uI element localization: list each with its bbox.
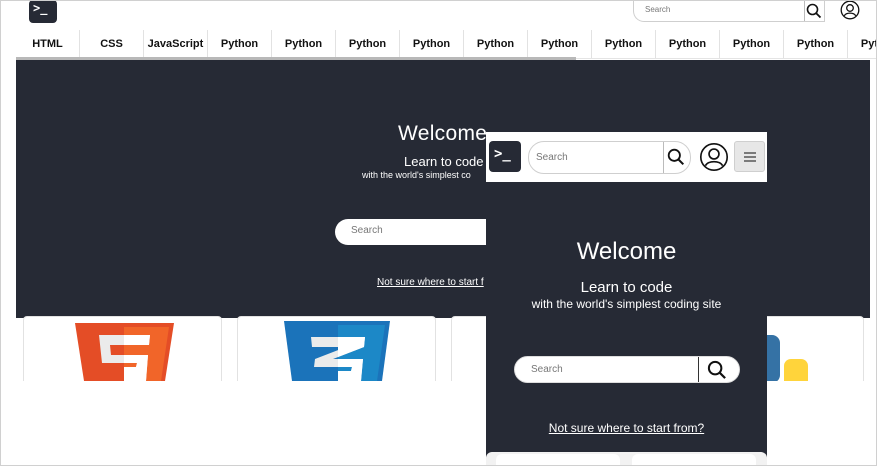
language-tabs: HTML CSS JavaScript Python Python Python… [16,30,877,59]
mobile-site-logo[interactable]: >_ [489,141,521,172]
tab-python[interactable]: Python [656,30,720,58]
mobile-header-search[interactable] [528,141,691,174]
search-icon [667,148,685,166]
header-search[interactable] [633,0,825,22]
tab-python[interactable]: Python [720,30,784,58]
menu-button[interactable] [734,141,765,172]
search-button[interactable] [804,1,824,21]
terminal-logo-icon: >_ [33,1,48,15]
tab-python[interactable]: Python [464,30,528,58]
mobile-header: >_ [486,132,767,182]
tab-python[interactable]: Python [272,30,336,58]
tab-python[interactable]: Python [528,30,592,58]
card-html[interactable] [23,316,222,381]
user-account-icon [699,142,729,172]
tab-html[interactable]: HTML [16,30,80,58]
hero-subtitle: Learn to code [404,154,484,169]
mobile-hero-search[interactable] [514,356,740,383]
mobile-hero-search-button[interactable] [705,359,729,381]
search-icon [707,360,726,379]
tab-python[interactable]: Python [848,30,877,58]
account-button[interactable] [839,0,861,20]
mobile-account-button[interactable] [698,141,730,173]
search-input[interactable] [643,4,797,15]
search-icon [806,3,822,19]
user-account-icon [840,0,860,20]
start-link[interactable]: Not sure where to start f [377,277,484,288]
mobile-hero-title: Welcome [576,238,677,265]
site-logo[interactable]: >_ [29,0,57,23]
mobile-preview: >_ Welcome Learn to code with the world'… [486,132,767,466]
mobile-search-button[interactable] [666,147,686,167]
hamburger-menu-icon [743,151,756,162]
mobile-start-link[interactable]: Not sure where to start from? [486,421,767,435]
mobile-hero-subtitle: Learn to code [580,279,673,296]
card-css[interactable] [237,316,436,381]
tab-python[interactable]: Python [400,30,464,58]
html5-logo-icon [75,323,174,381]
tab-python[interactable]: Python [592,30,656,58]
tab-javascript[interactable]: JavaScript [144,30,208,58]
mobile-card[interactable] [496,454,620,466]
css3-logo-icon [284,321,390,381]
mobile-hero-tagline: with the world's simplest coding site [531,297,722,311]
tab-python[interactable]: Python [208,30,272,58]
tab-css[interactable]: CSS [80,30,144,58]
hero-tagline: with the world's simplest co [362,170,471,180]
mobile-card[interactable] [632,454,756,466]
mobile-search-input[interactable] [534,151,658,164]
tab-python[interactable]: Python [336,30,400,58]
mobile-hero-search-input[interactable] [529,363,693,376]
tab-python[interactable]: Python [784,30,848,58]
terminal-logo-icon: >_ [494,146,511,162]
hero-title: Welcome [398,122,488,145]
